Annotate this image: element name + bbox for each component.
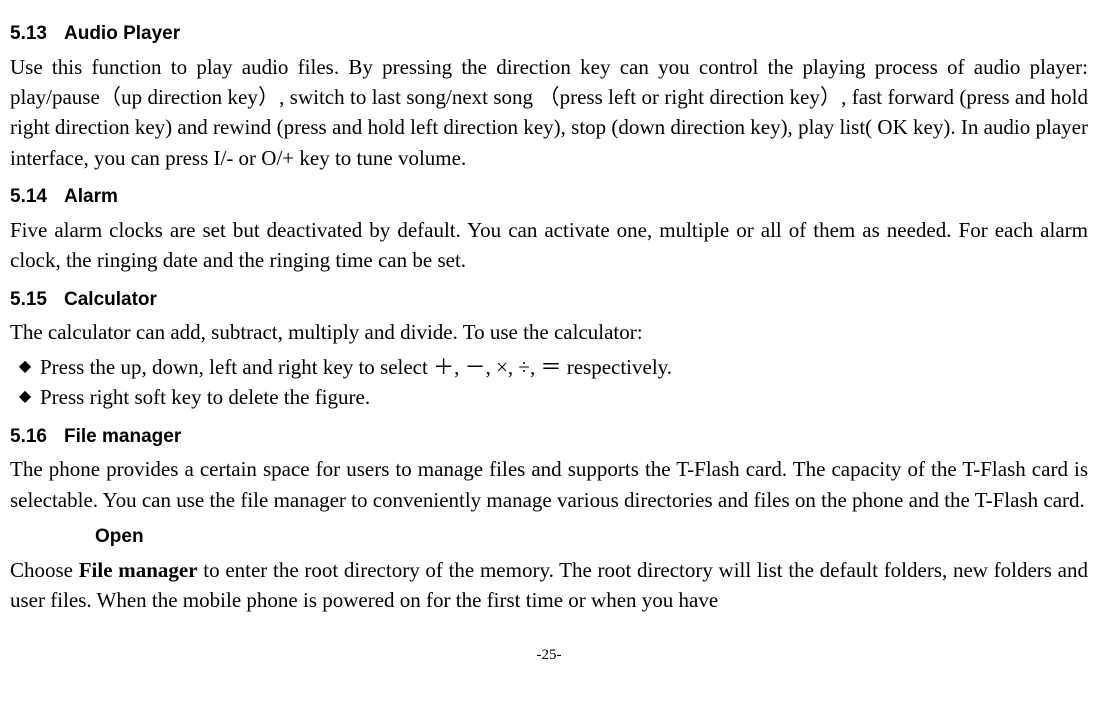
section-number: 5.14 — [10, 183, 52, 211]
section-title: File manager — [64, 423, 181, 451]
section-heading-5-13: 5.13 Audio Player — [10, 20, 1088, 48]
bullet-icon: ◆ — [10, 382, 40, 412]
section-body: Five alarm clocks are set but deactivate… — [10, 215, 1088, 276]
subsection-heading-open: Open — [95, 523, 1088, 551]
section-intro: The calculator can add, subtract, multip… — [10, 317, 1088, 347]
list-item-text: Press right soft key to delete the figur… — [40, 382, 1088, 412]
page-number: -25- — [10, 645, 1088, 667]
subsection-body: Choose File manager to enter the root di… — [10, 555, 1088, 616]
section-title: Audio Player — [64, 20, 180, 48]
section-number: 5.15 — [10, 286, 52, 314]
section-number: 5.13 — [10, 20, 52, 48]
section-body: The phone provides a certain space for u… — [10, 454, 1088, 515]
bullet-icon: ◆ — [10, 352, 40, 382]
section-heading-5-14: 5.14 Alarm — [10, 183, 1088, 211]
list-item-text: Press the up, down, left and right key t… — [40, 352, 1088, 382]
section-title: Alarm — [64, 183, 118, 211]
section-heading-5-15: 5.15 Calculator — [10, 286, 1088, 314]
list-item: ◆ Press right soft key to delete the fig… — [10, 382, 1088, 412]
body-prefix: Choose — [10, 558, 79, 582]
body-bold: File manager — [79, 558, 198, 582]
section-title: Calculator — [64, 286, 157, 314]
section-heading-5-16: 5.16 File manager — [10, 423, 1088, 451]
section-body: Use this function to play audio files. B… — [10, 52, 1088, 174]
bullet-list: ◆ Press the up, down, left and right key… — [10, 352, 1088, 413]
list-item: ◆ Press the up, down, left and right key… — [10, 352, 1088, 382]
section-number: 5.16 — [10, 423, 52, 451]
